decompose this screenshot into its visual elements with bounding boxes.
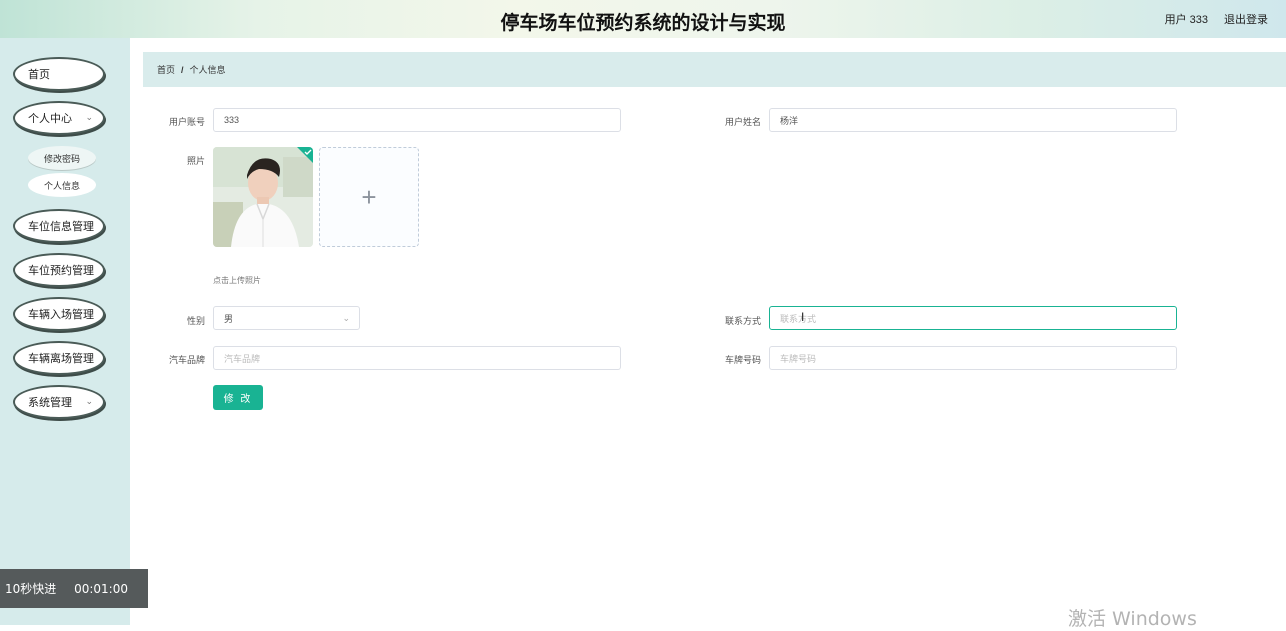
gender-select[interactable]: 男 ⌄ [213,306,360,330]
name-field[interactable]: 杨洋 [769,108,1177,132]
submit-button[interactable]: 修 改 [213,385,263,410]
brand-label: 汽车品牌 [168,355,205,365]
sidebar-item-label: 首页 [28,69,50,81]
video-playback-overlay: 10秒快进 00:01:00 [0,569,148,608]
gender-value: 男 [224,313,234,324]
plate-placeholder: 车牌号码 [780,353,817,364]
logout-link[interactable]: 退出登录 [1224,11,1268,27]
sidebar-item-label: 系统管理 [28,397,72,409]
upload-hint: 点击上传照片 [213,276,261,285]
header-user-area: 用户 333 退出登录 [1165,11,1268,27]
uploaded-check-icon [297,147,313,163]
name-label: 用户姓名 [724,117,761,127]
account-value: 333 [224,115,240,125]
sidebar-item-entry[interactable]: 车辆入场管理 [13,297,105,331]
breadcrumb-current: 个人信息 [189,65,226,75]
sidebar-item-reservation[interactable]: 车位预约管理 [13,253,105,287]
gender-label: 性别 [186,316,205,326]
phone-placeholder: 联系方式 [780,313,817,324]
phone-label: 联系方式 [724,316,761,326]
phone-field[interactable]: 联系方式 [769,306,1177,330]
user-photo[interactable] [213,147,313,247]
sidebar-item-space-info[interactable]: 车位信息管理 [13,209,105,243]
sidebar-item-system[interactable]: 系统管理 ⌄ [13,385,105,419]
sidebar-subitem-label: 个人信息 [43,180,80,191]
brand-field[interactable]: 汽车品牌 [213,346,621,370]
breadcrumb: 首页 / 个人信息 [143,52,1286,87]
sidebar-item-label: 车位预约管理 [28,265,94,277]
sidebar-item-home[interactable]: 首页 [13,57,105,91]
sidebar-item-personal-center[interactable]: 个人中心 ⌄ [13,101,105,135]
chevron-down-icon: ⌄ [85,396,93,406]
sidebar-item-exit[interactable]: 车辆离场管理 [13,341,105,375]
top-header: 停车场车位预约系统的设计与实现 用户 333 退出登录 [0,0,1286,38]
chevron-down-icon: ⌄ [85,112,93,122]
brand-placeholder: 汽车品牌 [224,353,261,364]
sidebar-subitem-change-password[interactable]: 修改密码 [28,146,96,170]
playback-time: 00:01:00 [74,581,128,596]
account-field[interactable]: 333 [213,108,621,132]
sidebar: 首页 个人中心 ⌄ 修改密码 个人信息 车位信息管理 车位预约管理 车辆入场管理… [0,38,130,625]
text-cursor-icon: I [801,310,805,324]
windows-activation-watermark: 激活 Windows [1068,608,1197,630]
sidebar-item-label: 车位信息管理 [28,221,94,233]
sidebar-item-label: 车辆入场管理 [28,309,94,321]
sidebar-subitem-label: 修改密码 [43,153,80,164]
chevron-down-icon: ⌄ [342,313,350,323]
plate-field[interactable]: 车牌号码 [769,346,1177,370]
plus-icon: + [361,181,377,212]
breadcrumb-separator: / [181,64,184,75]
plate-label: 车牌号码 [724,355,761,365]
sidebar-subitem-personal-info[interactable]: 个人信息 [28,173,96,197]
upload-photo-button[interactable]: + [319,147,419,247]
account-label: 用户账号 [168,117,205,127]
name-value: 杨洋 [780,115,799,126]
sidebar-item-label: 车辆离场管理 [28,353,94,365]
sidebar-item-label: 个人中心 [28,113,72,125]
app-title: 停车场车位预约系统的设计与实现 [500,12,786,34]
fast-forward-button[interactable]: 10秒快进 [5,580,56,597]
breadcrumb-home[interactable]: 首页 [157,63,175,76]
photo-label: 照片 [186,156,205,166]
current-user-link[interactable]: 用户 333 [1165,11,1208,27]
